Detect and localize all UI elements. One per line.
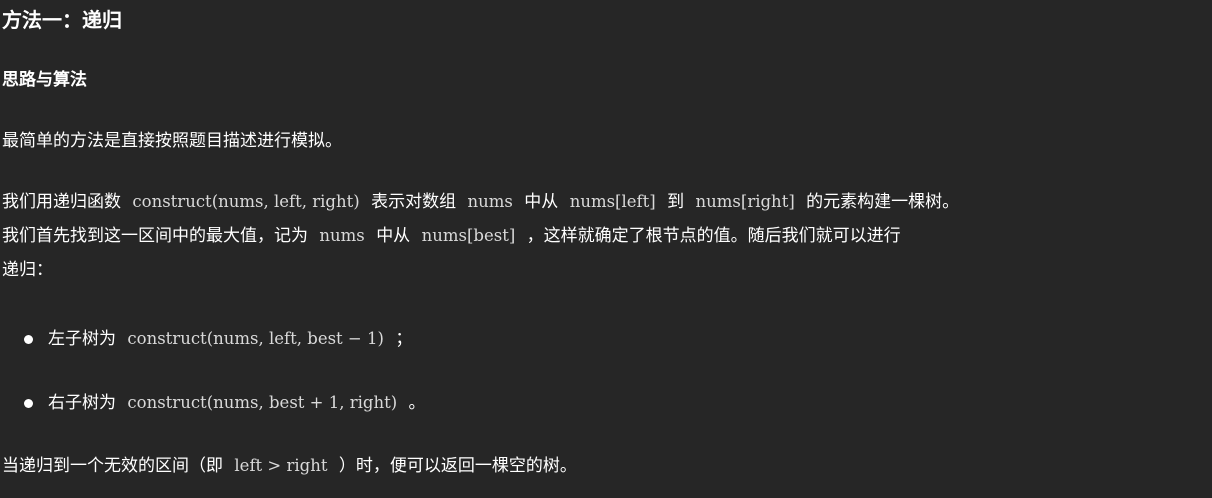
list-item-prefix: 右子树为 (48, 393, 116, 413)
paragraph-line: 递归： (2, 253, 1210, 287)
text-span: 我们用递归函数 (2, 192, 121, 212)
text-span: 表示对数组 (371, 192, 457, 212)
math-formula: construct(nums, best + 1, right) (127, 393, 398, 412)
section-heading: 方法一：递归 (2, 8, 122, 32)
text-span: 当递归到一个无效的区间（即 (2, 456, 223, 476)
text-span: 我们首先找到这一区间中的最大值，记为 (2, 226, 308, 246)
list-item-prefix: 左子树为 (48, 329, 116, 349)
text-span: 中从 (524, 192, 559, 212)
recursion-list: 左子树为 construct(nums, left, best − 1) ； 右… (2, 322, 1210, 420)
math-formula: nums[best] (421, 226, 516, 245)
math-formula: left > right (234, 456, 328, 475)
math-formula: construct(nums, left, right) (132, 192, 360, 211)
text-span: ，这样就确定了根节点的值。随后我们就可以进行 (526, 226, 901, 246)
math-formula: nums (467, 192, 513, 211)
math-formula: nums (319, 226, 365, 245)
math-formula: construct(nums, left, best − 1) (127, 329, 384, 348)
list-item-suffix: 。 (408, 393, 426, 413)
bullet-icon (24, 399, 33, 408)
math-formula: nums[right] (695, 192, 795, 211)
text-span: 中从 (376, 226, 411, 246)
math-formula: nums[left] (569, 192, 656, 211)
paragraph-base-case: 当递归到一个无效的区间（即 left > right ）时，便可以返回一棵空的树… (2, 449, 577, 483)
paragraph-line: 我们首先找到这一区间中的最大值，记为 nums 中从 nums[best] ，这… (2, 219, 1210, 253)
paragraph-line: 我们用递归函数 construct(nums, left, right) 表示对… (2, 185, 1210, 219)
text-span: 递归： (2, 260, 53, 280)
list-item-suffix: ； (395, 329, 413, 349)
paragraph-intro: 最简单的方法是直接按照题目描述进行模拟。 (2, 131, 342, 151)
paragraph-approach: 我们用递归函数 construct(nums, left, right) 表示对… (2, 185, 1210, 287)
subsection-heading: 思路与算法 (2, 70, 87, 90)
list-item-right-subtree: 右子树为 construct(nums, best + 1, right) 。 (2, 386, 1210, 420)
text-span: 到 (667, 192, 685, 212)
bullet-icon (24, 335, 33, 344)
text-span: 的元素构建一棵树。 (806, 192, 960, 212)
text-span: ）时，便可以返回一棵空的树。 (338, 456, 577, 476)
list-item-left-subtree: 左子树为 construct(nums, left, best − 1) ； (2, 322, 1210, 356)
